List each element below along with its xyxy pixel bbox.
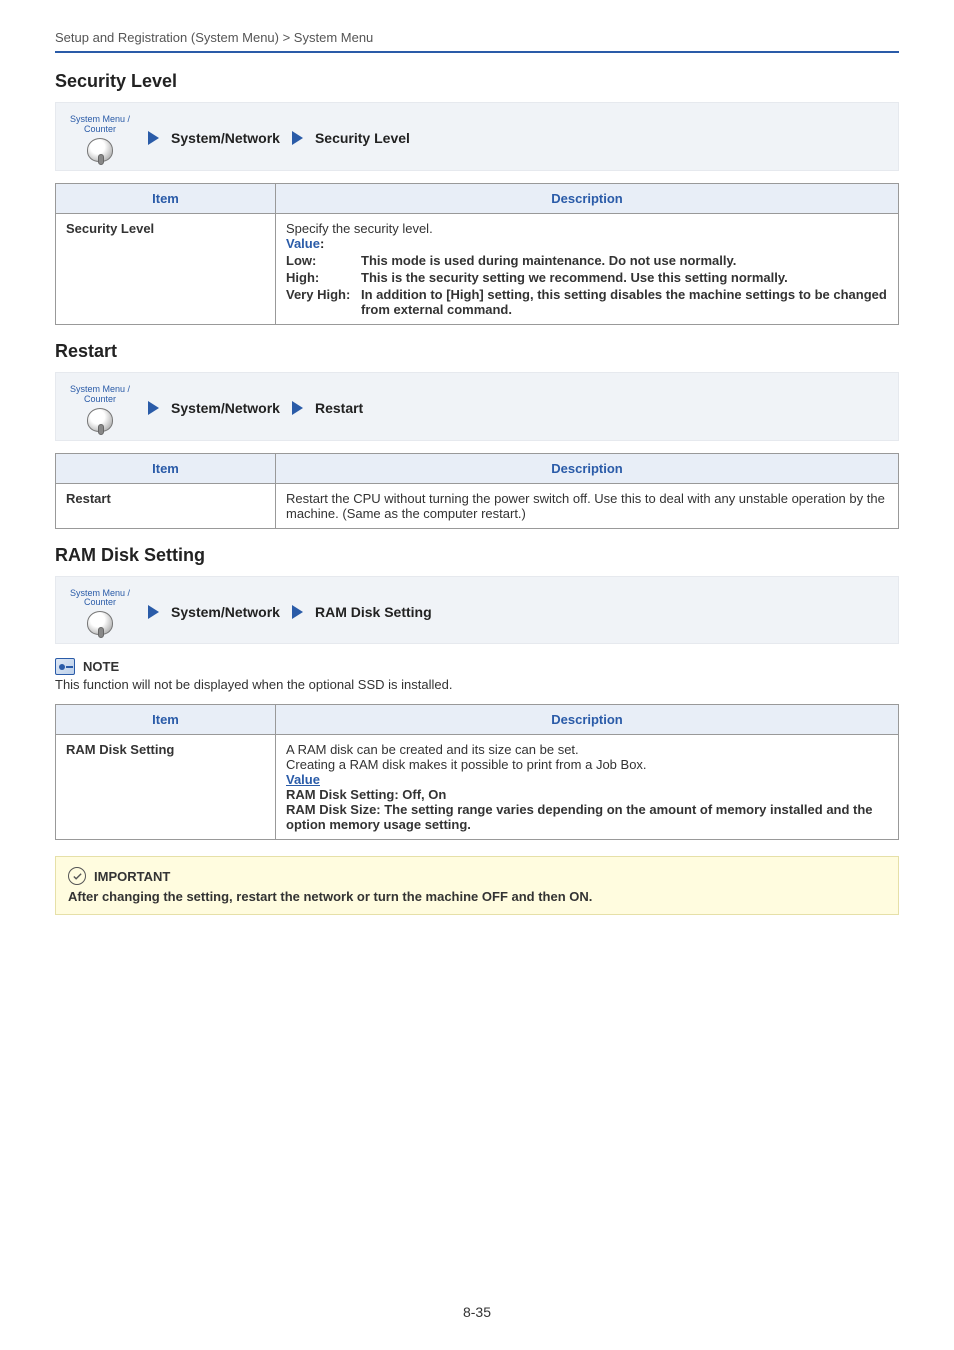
note-icon bbox=[55, 658, 75, 675]
security-table: Item Description Security Level Specify … bbox=[55, 183, 899, 325]
desc-cell: A RAM disk can be created and its size c… bbox=[276, 735, 899, 840]
nav-crumb: Restart bbox=[315, 400, 363, 416]
table-header-item: Item bbox=[56, 183, 276, 213]
ram-table: Item Description RAM Disk Setting A RAM … bbox=[55, 704, 899, 840]
table-header-item: Item bbox=[56, 705, 276, 735]
nav-crumb: System/Network bbox=[171, 604, 280, 620]
desc-cell: Restart the CPU without turning the powe… bbox=[276, 483, 899, 528]
chevron-right-icon bbox=[292, 401, 303, 415]
item-cell: Restart bbox=[56, 483, 276, 528]
touch-icon bbox=[87, 138, 113, 162]
value-key: Very High: bbox=[286, 287, 361, 317]
section-title-restart: Restart bbox=[55, 341, 899, 362]
desc-intro: Specify the security level. bbox=[286, 221, 888, 236]
nav-crumb: RAM Disk Setting bbox=[315, 604, 432, 620]
page-number: 8-35 bbox=[0, 1304, 954, 1320]
nav-box-restart: System Menu / Counter System/Network Res… bbox=[55, 372, 899, 441]
sys-label-bot: Counter bbox=[84, 395, 116, 405]
check-circle-icon bbox=[68, 867, 86, 885]
section-title-security: Security Level bbox=[55, 71, 899, 92]
note-header: NOTE bbox=[55, 658, 899, 675]
table-row: Restart Restart the CPU without turning … bbox=[56, 483, 899, 528]
table-row: Security Level Specify the security leve… bbox=[56, 213, 899, 324]
nav-crumb: Security Level bbox=[315, 130, 410, 146]
sys-label-bot: Counter bbox=[84, 125, 116, 135]
table-header-desc: Description bbox=[276, 453, 899, 483]
item-cell: Security Level bbox=[56, 213, 276, 324]
chevron-right-icon bbox=[148, 605, 159, 619]
touch-icon bbox=[87, 408, 113, 432]
restart-table: Item Description Restart Restart the CPU… bbox=[55, 453, 899, 529]
important-body: After changing the setting, restart the … bbox=[68, 889, 886, 904]
chevron-right-icon bbox=[148, 401, 159, 415]
value-key: Low: bbox=[286, 253, 361, 268]
nav-crumb: System/Network bbox=[171, 130, 280, 146]
table-row: RAM Disk Setting A RAM disk can be creat… bbox=[56, 735, 899, 840]
chevron-right-icon bbox=[292, 605, 303, 619]
value-label: Value bbox=[286, 236, 320, 251]
desc-line: RAM Disk Size: The setting range varies … bbox=[286, 802, 888, 832]
chevron-right-icon bbox=[148, 131, 159, 145]
desc-line: Creating a RAM disk makes it possible to… bbox=[286, 757, 888, 772]
desc-line: A RAM disk can be created and its size c… bbox=[286, 742, 888, 757]
touch-icon bbox=[87, 611, 113, 635]
desc-cell: Specify the security level. Value: Low: … bbox=[276, 213, 899, 324]
item-cell: RAM Disk Setting bbox=[56, 735, 276, 840]
value-text: In addition to [High] setting, this sett… bbox=[361, 287, 888, 317]
nav-box-security: System Menu / Counter System/Network Sec… bbox=[55, 102, 899, 171]
important-box: IMPORTANT After changing the setting, re… bbox=[55, 856, 899, 915]
desc-line: RAM Disk Setting: Off, On bbox=[286, 787, 888, 802]
breadcrumb-header: Setup and Registration (System Menu) > S… bbox=[55, 30, 899, 53]
important-title: IMPORTANT bbox=[94, 869, 170, 884]
chevron-right-icon bbox=[292, 131, 303, 145]
value-text: This mode is used during maintenance. Do… bbox=[361, 253, 888, 268]
note-title: NOTE bbox=[83, 659, 119, 674]
note-body: This function will not be displayed when… bbox=[55, 677, 899, 692]
value-link[interactable]: Value bbox=[286, 772, 320, 787]
table-header-desc: Description bbox=[276, 705, 899, 735]
value-text: This is the security setting we recommen… bbox=[361, 270, 888, 285]
system-menu-button[interactable]: System Menu / Counter bbox=[64, 589, 136, 636]
section-title-ram: RAM Disk Setting bbox=[55, 545, 899, 566]
value-key: High: bbox=[286, 270, 361, 285]
nav-crumb: System/Network bbox=[171, 400, 280, 416]
system-menu-button[interactable]: System Menu / Counter bbox=[64, 385, 136, 432]
table-header-desc: Description bbox=[276, 183, 899, 213]
table-header-item: Item bbox=[56, 453, 276, 483]
system-menu-button[interactable]: System Menu / Counter bbox=[64, 115, 136, 162]
nav-box-ram: System Menu / Counter System/Network RAM… bbox=[55, 576, 899, 645]
sys-label-bot: Counter bbox=[84, 598, 116, 608]
